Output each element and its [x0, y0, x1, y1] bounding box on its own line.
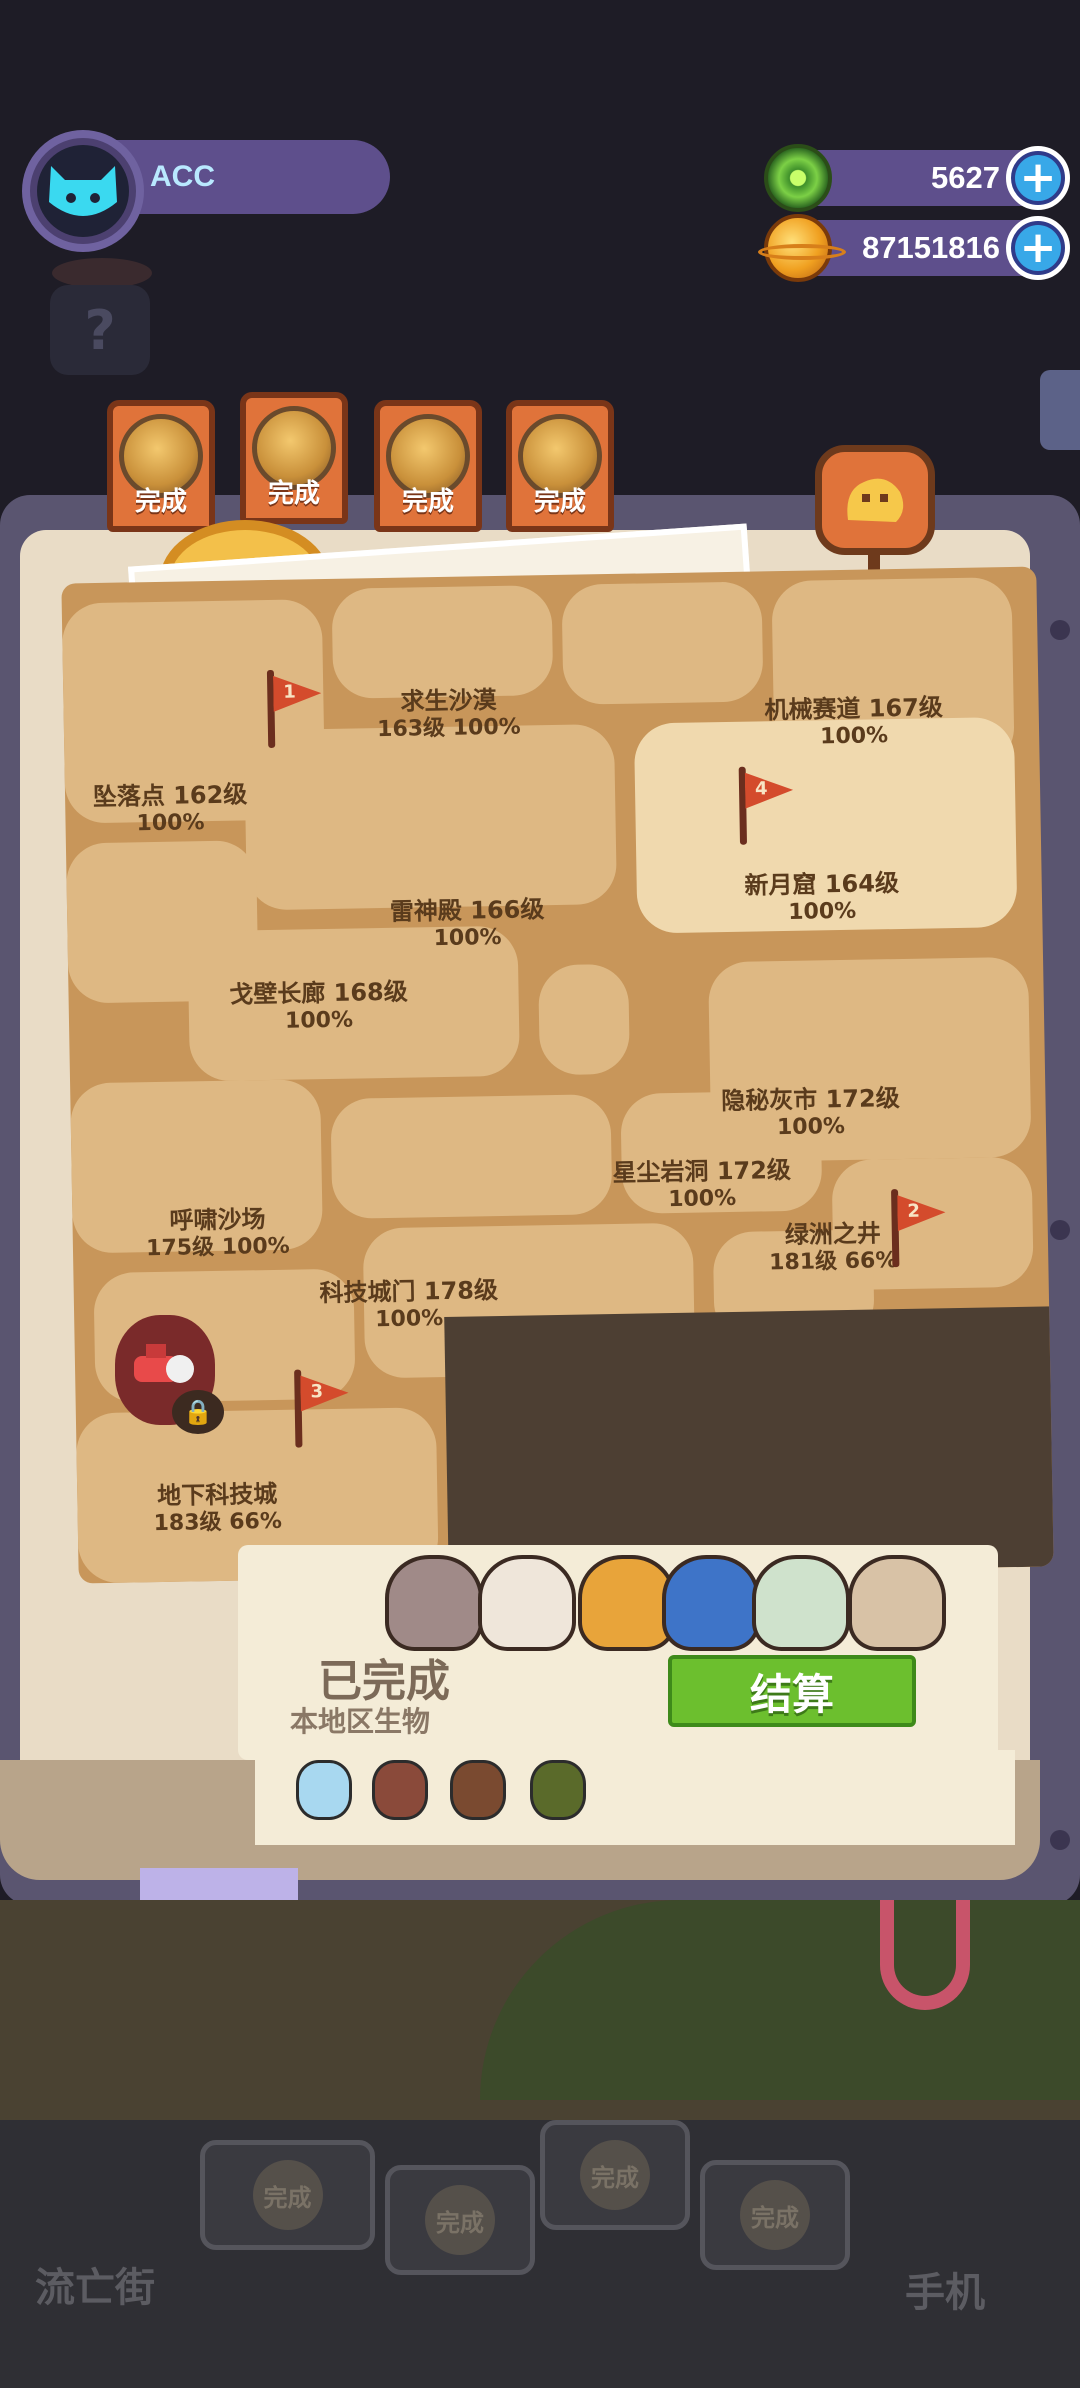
side-drawer-handle[interactable] [1040, 370, 1080, 450]
bottom-dock: 流亡街 完成 完成 完成 完成 手机 [0, 2120, 1080, 2388]
region-label[interactable]: 求生沙漠 163级 100% [348, 685, 549, 744]
flag-icon[interactable]: 4 [735, 766, 794, 847]
dock-slot[interactable]: 完成 [700, 2160, 850, 2270]
add-gold-button[interactable]: + [1006, 216, 1070, 280]
medal-1[interactable]: 完成 [107, 400, 215, 532]
region-tile [330, 1094, 613, 1219]
gold-value: 87151816 [862, 230, 1000, 265]
hero-avatar-icon[interactable] [662, 1555, 760, 1651]
avatar[interactable] [22, 130, 144, 252]
help-cap [52, 258, 152, 288]
medal-4[interactable]: 完成 [506, 400, 614, 532]
region-tile [538, 963, 630, 1076]
flag-icon[interactable]: 3 [290, 1369, 349, 1450]
help-icon[interactable]: ? [50, 285, 150, 375]
hammer-creature-icon[interactable] [372, 1760, 428, 1820]
region-tile [243, 723, 618, 911]
phone-label[interactable]: 手机 [905, 2260, 985, 2318]
region-label[interactable]: 雷神殿 166级 100% [367, 895, 568, 954]
flag-icon[interactable]: 1 [263, 669, 322, 750]
flag-icon[interactable]: 2 [887, 1188, 946, 1269]
region-label[interactable]: 科技城门 178级 100% [299, 1276, 520, 1336]
binder-hole [1050, 1830, 1070, 1850]
binder-hole [1050, 1220, 1070, 1240]
local-creatures-label: 本地区生物 [290, 1705, 431, 1738]
dock-slot[interactable]: 完成 [540, 2120, 690, 2230]
unexplored-area [444, 1306, 1054, 1577]
player-name: ACC [150, 160, 215, 193]
region-label[interactable]: 戈壁长廊 168级 100% [218, 977, 419, 1036]
region-label[interactable]: 新月窟 164级 100% [721, 869, 922, 928]
medal-3[interactable]: 完成 [374, 400, 482, 532]
region-label[interactable]: 呼啸沙场 175级 100% [127, 1204, 308, 1263]
region-label[interactable]: 地下科技城 183级 66% [127, 1479, 308, 1538]
lock-icon: 🔒 [172, 1390, 224, 1434]
region-tile [331, 585, 554, 699]
region-label[interactable]: 坠落点 162级 100% [75, 780, 266, 839]
hero-avatar-icon[interactable] [478, 1555, 576, 1651]
region-label[interactable]: 星尘岩洞 172级 100% [601, 1156, 802, 1215]
add-gems-button[interactable]: + [1006, 146, 1070, 210]
gems-value: 5627 [931, 160, 1000, 195]
medal-2[interactable]: 完成 [240, 392, 348, 524]
creature-panel [255, 1750, 1015, 1845]
lizard-creature-icon[interactable] [296, 1760, 352, 1820]
dock-slot[interactable]: 完成 [385, 2165, 535, 2275]
dock-slot[interactable]: 完成 [200, 2140, 375, 2250]
hero-avatar-icon[interactable] [848, 1555, 946, 1651]
hero-avatar-icon[interactable] [385, 1555, 483, 1651]
region-label[interactable]: 隐秘灰市 172级 100% [710, 1084, 911, 1143]
hero-avatar-icon[interactable] [752, 1555, 850, 1651]
horse-creature-icon[interactable] [450, 1760, 506, 1820]
hook-decoration [880, 1900, 970, 2010]
exile-street-label[interactable]: 流亡街 [35, 2255, 155, 2313]
region-tile [561, 581, 764, 705]
boss-sign-icon[interactable] [815, 445, 935, 555]
binder-hole [1050, 620, 1070, 640]
bug-creature-icon[interactable] [530, 1760, 586, 1820]
cat-avatar-icon [49, 166, 117, 216]
player-name-bar[interactable] [100, 140, 390, 214]
settle-button[interactable]: 结算 [668, 1655, 916, 1727]
region-label[interactable]: 机械赛道 167级 100% [753, 693, 954, 752]
